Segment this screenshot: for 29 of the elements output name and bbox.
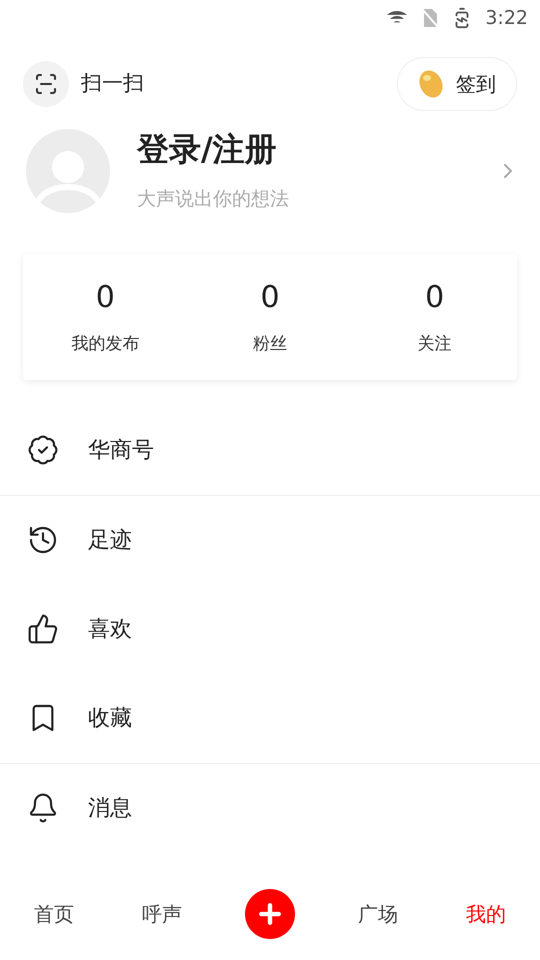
menu-item[interactable]: 华商号 [0, 406, 540, 494]
menu-item[interactable]: 消息 [0, 764, 540, 852]
nav-tab[interactable]: 广场 [358, 899, 398, 929]
stat-value[interactable]: 0 [96, 275, 115, 320]
stat-value[interactable]: 0 [260, 275, 280, 320]
nav-tab[interactable]: 我的 [466, 899, 506, 929]
menu-item[interactable]: 足迹 [0, 496, 540, 584]
menu-item[interactable]: 喜欢 [0, 584, 540, 674]
stat-label[interactable]: 粉丝 [252, 332, 287, 358]
stat-value[interactable]: 0 [425, 275, 444, 320]
stat-label[interactable]: 我的发布 [71, 332, 140, 358]
no-sim-icon [421, 8, 440, 28]
scan-label[interactable]: 扫一扫 [81, 68, 144, 100]
nav-tab[interactable]: 首页 [34, 899, 74, 929]
scan-button[interactable] [23, 61, 69, 107]
clock: 3:22 [485, 6, 528, 31]
checkin-button[interactable]: 签到 [397, 57, 517, 111]
add-button[interactable] [245, 889, 295, 939]
bell-icon [27, 792, 59, 824]
menu-item[interactable]: 收藏 [0, 674, 540, 762]
login-title[interactable]: 登录/注册 [137, 129, 496, 169]
stat-label[interactable]: 关注 [418, 332, 452, 358]
bean-icon [418, 69, 444, 99]
history-icon [27, 524, 59, 556]
verified-badge-icon [27, 434, 59, 466]
nav-tab[interactable]: 呼声 [142, 899, 182, 929]
thumbs-up-icon [27, 613, 59, 645]
scan-icon [34, 72, 58, 96]
tagline: 大声说出你的想法 [137, 187, 290, 212]
